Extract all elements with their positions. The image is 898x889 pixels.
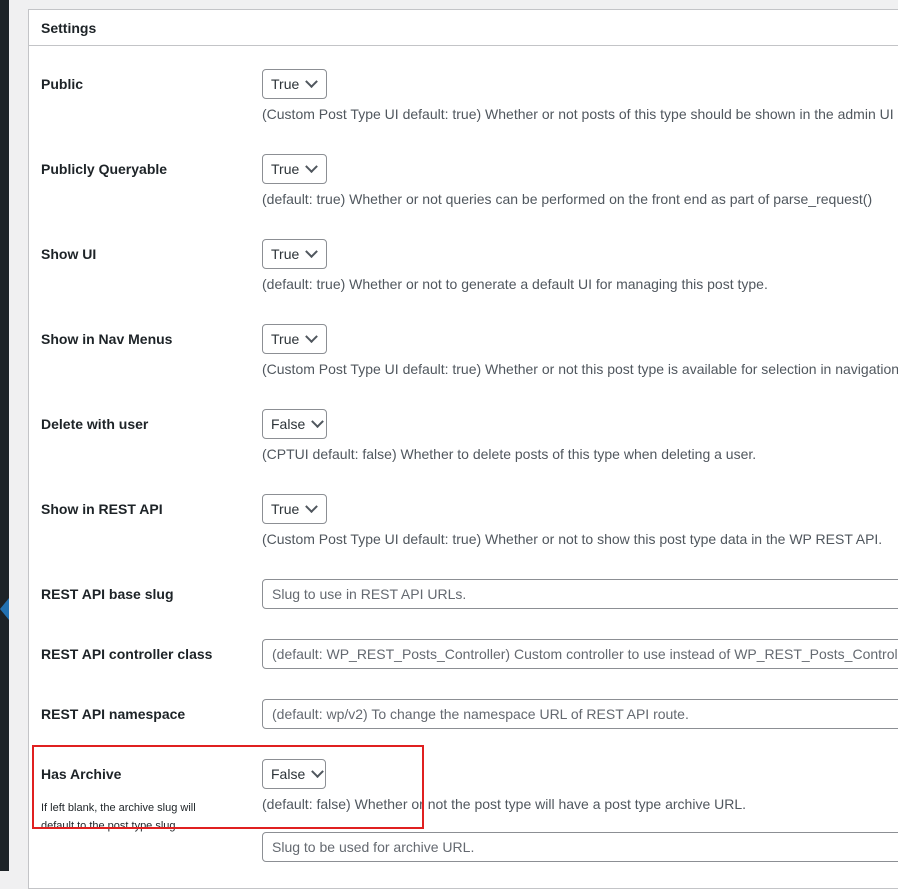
select-value: True [271,76,300,92]
desc-publicly-queryable: (default: true) Whether or not queries c… [262,191,873,207]
label-show-ui: Show UI [41,246,97,262]
admin-sidebar-strip [0,0,9,871]
desc-show-in-rest-api: (Custom Post Type UI default: true) Whet… [262,531,883,547]
archive-slug-input[interactable]: Slug to be used for archive URL. [262,832,898,862]
select-value: True [271,501,300,517]
select-value: False [271,416,306,432]
label-public: Public [41,76,84,92]
label-rest-api-controller-class: REST API controller class [41,646,213,662]
select-value: True [271,331,300,347]
chevron-down-icon [305,74,319,88]
label-show-in-rest-api: Show in REST API [41,501,163,517]
label-show-in-nav-menus: Show in Nav Menus [41,331,173,347]
publicly-queryable-select[interactable]: True [262,154,327,184]
public-select[interactable]: True [262,69,327,99]
delete-with-user-select[interactable]: False [262,409,327,439]
show-in-rest-api-select[interactable]: True [262,494,327,524]
chevron-down-icon [305,499,319,513]
highlight-box [32,745,424,829]
chevron-down-icon [311,414,325,428]
label-rest-api-base-slug: REST API base slug [41,586,174,602]
desc-delete-with-user: (CPTUI default: false) Whether to delete… [262,446,757,462]
desc-show-ui: (default: true) Whether or not to genera… [262,276,768,292]
desc-public: (Custom Post Type UI default: true) Whet… [262,106,898,122]
rest-api-controller-class-input[interactable]: (default: WP_REST_Posts_Controller) Cust… [262,639,898,669]
chevron-down-icon [305,244,319,258]
rest-api-namespace-input[interactable]: (default: wp/v2) To change the namespace… [262,699,898,729]
select-value: True [271,246,300,262]
label-publicly-queryable: Publicly Queryable [41,161,168,177]
rest-api-base-slug-input[interactable]: Slug to use in REST API URLs. [262,579,898,609]
chevron-down-icon [305,329,319,343]
show-in-nav-menus-select[interactable]: True [262,324,327,354]
panel-title: Settings [29,10,898,46]
label-rest-api-namespace: REST API namespace [41,706,186,722]
chevron-down-icon [305,159,319,173]
collapse-menu-arrow-icon[interactable] [0,598,9,620]
label-delete-with-user: Delete with user [41,416,149,432]
show-ui-select[interactable]: True [262,239,327,269]
desc-show-in-nav-menus: (Custom Post Type UI default: true) Whet… [262,361,898,377]
select-value: True [271,161,300,177]
